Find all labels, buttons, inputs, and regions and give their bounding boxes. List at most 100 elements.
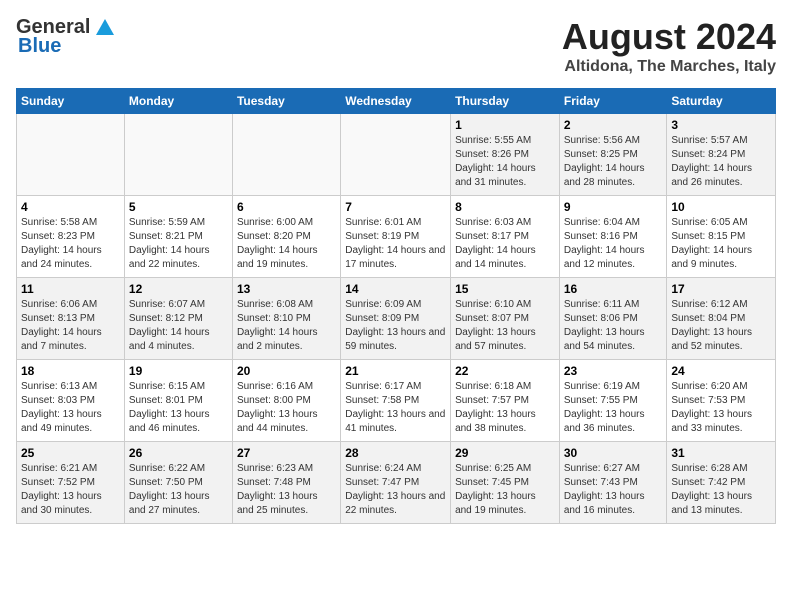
calendar-cell: 11 Sunrise: 6:06 AM Sunset: 8:13 PM Dayli…: [17, 278, 125, 360]
header-cell-friday: Friday: [559, 89, 667, 114]
day-number: 18: [21, 364, 120, 378]
day-number: 25: [21, 446, 120, 460]
day-number: 20: [237, 364, 336, 378]
calendar-cell: 19 Sunrise: 6:15 AM Sunset: 8:01 PM Dayli…: [124, 360, 232, 442]
header-cell-wednesday: Wednesday: [341, 89, 451, 114]
calendar-cell: [232, 114, 340, 196]
calendar-cell: 14Sunrise: 6:09 AM Sunset: 8:09 PM Dayli…: [341, 278, 451, 360]
calendar-cell: 30 Sunrise: 6:27 AM Sunset: 7:43 PM Dayli…: [559, 442, 667, 524]
calendar-cell: 3 Sunrise: 5:57 AM Sunset: 8:24 PM Daylig…: [667, 114, 776, 196]
day-number: 13: [237, 282, 336, 296]
day-number: 9: [564, 200, 663, 214]
logo-icon: [94, 17, 116, 39]
header-cell-tuesday: Tuesday: [232, 89, 340, 114]
calendar-cell: 12Sunrise: 6:07 AM Sunset: 8:12 PM Dayli…: [124, 278, 232, 360]
day-number: 10: [671, 200, 771, 214]
day-number: 7: [345, 200, 446, 214]
calendar-cell: 26Sunrise: 6:22 AM Sunset: 7:50 PM Dayli…: [124, 442, 232, 524]
month-title: August 2024: [562, 16, 776, 58]
day-info: Sunrise: 5:55 AM Sunset: 8:26 PM Dayligh…: [455, 134, 555, 190]
day-number: 23: [564, 364, 663, 378]
day-info: Sunrise: 6:28 AM Sunset: 7:42 PM Dayligh…: [671, 462, 771, 518]
calendar-cell: 27Sunrise: 6:23 AM Sunset: 7:48 PM Dayli…: [232, 442, 340, 524]
logo-blue-text: Blue: [16, 35, 61, 58]
day-number: 31: [671, 446, 771, 460]
calendar-cell: [17, 114, 125, 196]
header-cell-saturday: Saturday: [667, 89, 776, 114]
header-cell-thursday: Thursday: [451, 89, 560, 114]
day-number: 15: [455, 282, 555, 296]
day-info: Sunrise: 5:56 AM Sunset: 8:25 PM Dayligh…: [564, 134, 663, 190]
day-info: Sunrise: 6:18 AM Sunset: 7:57 PM Dayligh…: [455, 380, 555, 436]
day-info: Sunrise: 6:10 AM Sunset: 8:07 PM Dayligh…: [455, 298, 555, 354]
calendar-cell: [124, 114, 232, 196]
calendar-cell: 1 Sunrise: 5:55 AM Sunset: 8:26 PM Daylig…: [451, 114, 560, 196]
calendar-cell: 28 Sunrise: 6:24 AM Sunset: 7:47 PM Dayli…: [341, 442, 451, 524]
calendar-week-1: 1 Sunrise: 5:55 AM Sunset: 8:26 PM Daylig…: [17, 114, 776, 196]
calendar-cell: 21Sunrise: 6:17 AM Sunset: 7:58 PM Dayli…: [341, 360, 451, 442]
day-number: 22: [455, 364, 555, 378]
calendar-week-3: 11 Sunrise: 6:06 AM Sunset: 8:13 PM Dayli…: [17, 278, 776, 360]
calendar-cell: 7 Sunrise: 6:01 AM Sunset: 8:19 PM Daylig…: [341, 196, 451, 278]
day-info: Sunrise: 6:21 AM Sunset: 7:52 PM Dayligh…: [21, 462, 120, 518]
day-info: Sunrise: 6:17 AM Sunset: 7:58 PM Dayligh…: [345, 380, 446, 436]
calendar-cell: 8 Sunrise: 6:03 AM Sunset: 8:17 PM Daylig…: [451, 196, 560, 278]
day-info: Sunrise: 6:00 AM Sunset: 8:20 PM Dayligh…: [237, 216, 336, 272]
day-number: 1: [455, 118, 555, 132]
day-info: Sunrise: 6:20 AM Sunset: 7:53 PM Dayligh…: [671, 380, 771, 436]
day-info: Sunrise: 6:13 AM Sunset: 8:03 PM Dayligh…: [21, 380, 120, 436]
day-number: 19: [129, 364, 228, 378]
day-info: Sunrise: 6:25 AM Sunset: 7:45 PM Dayligh…: [455, 462, 555, 518]
day-number: 30: [564, 446, 663, 460]
calendar-cell: 23 Sunrise: 6:19 AM Sunset: 7:55 PM Dayli…: [559, 360, 667, 442]
day-number: 11: [21, 282, 120, 296]
day-info: Sunrise: 6:01 AM Sunset: 8:19 PM Dayligh…: [345, 216, 446, 272]
day-number: 3: [671, 118, 771, 132]
day-number: 2: [564, 118, 663, 132]
day-number: 5: [129, 200, 228, 214]
day-number: 4: [21, 200, 120, 214]
header-cell-sunday: Sunday: [17, 89, 125, 114]
day-number: 12: [129, 282, 228, 296]
location-title: Altidona, The Marches, Italy: [562, 58, 776, 76]
day-number: 17: [671, 282, 771, 296]
day-info: Sunrise: 5:57 AM Sunset: 8:24 PM Dayligh…: [671, 134, 771, 190]
header-row: SundayMondayTuesdayWednesdayThursdayFrid…: [17, 89, 776, 114]
calendar-cell: 15 Sunrise: 6:10 AM Sunset: 8:07 PM Dayli…: [451, 278, 560, 360]
calendar-cell: 29 Sunrise: 6:25 AM Sunset: 7:45 PM Dayli…: [451, 442, 560, 524]
day-info: Sunrise: 6:24 AM Sunset: 7:47 PM Dayligh…: [345, 462, 446, 518]
title-area: August 2024 Altidona, The Marches, Italy: [562, 16, 776, 76]
calendar-cell: 31 Sunrise: 6:28 AM Sunset: 7:42 PM Dayli…: [667, 442, 776, 524]
day-number: 8: [455, 200, 555, 214]
day-number: 16: [564, 282, 663, 296]
day-info: Sunrise: 6:03 AM Sunset: 8:17 PM Dayligh…: [455, 216, 555, 272]
logo: General Blue: [16, 16, 116, 58]
day-info: Sunrise: 6:27 AM Sunset: 7:43 PM Dayligh…: [564, 462, 663, 518]
calendar-cell: 25 Sunrise: 6:21 AM Sunset: 7:52 PM Dayli…: [17, 442, 125, 524]
day-number: 28: [345, 446, 446, 460]
day-info: Sunrise: 6:22 AM Sunset: 7:50 PM Dayligh…: [129, 462, 228, 518]
calendar-week-4: 18 Sunrise: 6:13 AM Sunset: 8:03 PM Dayli…: [17, 360, 776, 442]
calendar-cell: 5 Sunrise: 5:59 AM Sunset: 8:21 PM Daylig…: [124, 196, 232, 278]
calendar-cell: 6Sunrise: 6:00 AM Sunset: 8:20 PM Daylig…: [232, 196, 340, 278]
day-info: Sunrise: 6:04 AM Sunset: 8:16 PM Dayligh…: [564, 216, 663, 272]
calendar-cell: 2 Sunrise: 5:56 AM Sunset: 8:25 PM Daylig…: [559, 114, 667, 196]
day-number: 27: [237, 446, 336, 460]
calendar-cell: 24 Sunrise: 6:20 AM Sunset: 7:53 PM Dayli…: [667, 360, 776, 442]
calendar-cell: 18 Sunrise: 6:13 AM Sunset: 8:03 PM Dayli…: [17, 360, 125, 442]
calendar-cell: 16 Sunrise: 6:11 AM Sunset: 8:06 PM Dayli…: [559, 278, 667, 360]
day-info: Sunrise: 6:06 AM Sunset: 8:13 PM Dayligh…: [21, 298, 120, 354]
day-info: Sunrise: 6:12 AM Sunset: 8:04 PM Dayligh…: [671, 298, 771, 354]
day-info: Sunrise: 6:11 AM Sunset: 8:06 PM Dayligh…: [564, 298, 663, 354]
day-info: Sunrise: 5:59 AM Sunset: 8:21 PM Dayligh…: [129, 216, 228, 272]
day-number: 29: [455, 446, 555, 460]
header-cell-monday: Monday: [124, 89, 232, 114]
day-info: Sunrise: 6:08 AM Sunset: 8:10 PM Dayligh…: [237, 298, 336, 354]
day-info: Sunrise: 6:19 AM Sunset: 7:55 PM Dayligh…: [564, 380, 663, 436]
calendar-cell: 22 Sunrise: 6:18 AM Sunset: 7:57 PM Dayli…: [451, 360, 560, 442]
day-number: 14: [345, 282, 446, 296]
day-info: Sunrise: 6:16 AM Sunset: 8:00 PM Dayligh…: [237, 380, 336, 436]
day-number: 24: [671, 364, 771, 378]
day-info: Sunrise: 6:15 AM Sunset: 8:01 PM Dayligh…: [129, 380, 228, 436]
day-info: Sunrise: 5:58 AM Sunset: 8:23 PM Dayligh…: [21, 216, 120, 272]
